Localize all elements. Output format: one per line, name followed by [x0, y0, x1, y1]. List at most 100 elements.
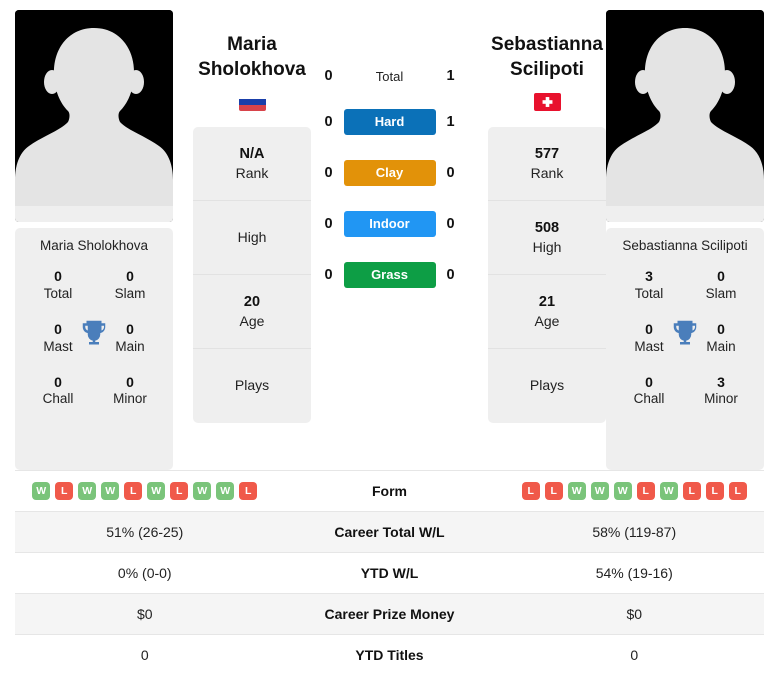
left-titles-grid: 0 Total 0 Slam 0 Mast 0 Main 0 Chall 0 M…	[21, 267, 167, 408]
left-info-plays: Plays	[234, 377, 270, 394]
right-player-column: Sebastianna Scilipoti 3 Total 0 Slam 0 M…	[606, 10, 764, 470]
stats-row-form: WLWWLWLWWL Form LLWWWLWLLL	[15, 470, 764, 511]
right-title-minor: 3 Minor	[704, 373, 738, 407]
form-badge-win: W	[613, 482, 632, 500]
surface-badge-indoor[interactable]: Indoor	[343, 211, 436, 237]
left-titles-row: 0 Total 0 Slam	[21, 267, 167, 303]
form-badge-loss: L	[705, 482, 724, 500]
left-player-column: Maria Sholokhova 0 Total 0 Slam 0 Mast 0…	[15, 10, 173, 470]
left-ytd-titles: 0	[140, 647, 149, 663]
right-info-high: 508 High	[488, 201, 606, 275]
form-badge-loss: L	[239, 482, 258, 500]
h2h-total-left-score: 0	[324, 68, 333, 84]
right-titles-grid: 3 Total 0 Slam 0 Mast 0 Main 0 Chall 3 M…	[612, 267, 758, 408]
right-info-card: 577 Rank 508 High 21 Age Plays	[488, 126, 606, 423]
h2h-hard-row: 0 Hard 1	[314, 109, 466, 135]
h2h-indoor-row: 0 Indoor 0	[314, 211, 466, 237]
left-title-slam: 0 Slam	[114, 268, 146, 301]
right-titles-row: 3 Total 0 Slam	[612, 267, 758, 303]
h2h-clay-left-score: 0	[324, 165, 333, 181]
switzerland-flag-icon	[533, 92, 561, 111]
stats-label-form: Form	[372, 483, 407, 499]
left-info-rank: N/A Rank	[193, 127, 311, 201]
stats-label-career-total-wl: Career Total W/L	[334, 524, 445, 540]
left-form-badges: WLWWLWLWWL	[15, 482, 275, 500]
h2h-grass-left-score: 0	[324, 267, 333, 283]
form-badge-loss: L	[728, 482, 747, 500]
left-title-chall: 0 Chall	[42, 373, 74, 407]
left-player-info-column: Maria Sholokhova N/A Rank High 20 Age Pl…	[193, 10, 311, 470]
trophy-icon	[670, 317, 700, 347]
h2h-total-label: Total	[375, 68, 404, 84]
form-badge-loss: L	[55, 482, 74, 500]
left-titles-row: 0 Chall 0 Minor	[21, 373, 167, 409]
left-info-card: N/A Rank High 20 Age Plays	[193, 126, 311, 423]
right-player-info-column: Sebastianna Scilipoti 577 Rank 508 High …	[488, 10, 606, 470]
left-title-mast: 0 Mast	[43, 320, 73, 354]
form-badge-win: W	[193, 482, 212, 500]
left-title-main: 0 Main	[115, 320, 145, 354]
form-badge-win: W	[567, 482, 586, 500]
h2h-total-right-score: 1	[446, 68, 455, 84]
right-title-mast: 0 Mast	[634, 320, 664, 354]
stats-label-ytd-titles: YTD Titles	[355, 647, 424, 663]
right-titles-player-name: Sebastianna Scilipoti	[622, 238, 748, 253]
right-career-prize-money: $0	[626, 606, 643, 622]
form-badge-loss: L	[170, 482, 189, 500]
form-badge-win: W	[659, 482, 678, 500]
left-career-prize-money: $0	[136, 606, 153, 622]
right-ytd-titles: 0	[630, 647, 639, 663]
right-info-plays: Plays	[529, 377, 565, 394]
stats-row-career-prize-money: $0 Career Prize Money $0	[15, 593, 764, 634]
h2h-indoor-left-score: 0	[324, 216, 333, 232]
surface-badge-grass[interactable]: Grass	[343, 262, 436, 288]
h2h-clay-row: 0 Clay 0	[314, 160, 466, 186]
right-career-total-wl: 58% (119-87)	[592, 524, 677, 540]
stats-row-career-total-wl: 51% (26-25) Career Total W/L 58% (119-87…	[15, 511, 764, 552]
h2h-total-row: 0 Total 1	[314, 68, 466, 84]
stats-comparison-table: WLWWLWLWWL Form LLWWWLWLLL 51% (26-25) C…	[0, 470, 779, 675]
left-info-high: High	[193, 201, 311, 275]
left-titles-player-name: Maria Sholokhova	[39, 238, 149, 253]
right-form-badges: LLWWWLWLLL	[505, 482, 765, 500]
surface-badge-hard[interactable]: Hard	[343, 109, 436, 135]
h2h-hard-right-score: 1	[446, 114, 455, 130]
form-badge-win: W	[216, 482, 235, 500]
h2h-hard-left-score: 0	[324, 114, 333, 130]
h2h-grass-right-score: 0	[446, 267, 455, 283]
right-player-name: Sebastianna Scilipoti	[491, 34, 603, 81]
form-badge-loss: L	[682, 482, 701, 500]
left-form-cell: WLWWLWLWWL	[15, 482, 275, 500]
right-info-age: 21 Age	[488, 275, 606, 349]
surface-badge-clay[interactable]: Clay	[343, 160, 436, 186]
comparison-header: Maria Sholokhova 0 Total 0 Slam 0 Mast 0…	[0, 0, 779, 470]
player-comparison-page: Maria Sholokhova 0 Total 0 Slam 0 Mast 0…	[0, 0, 779, 699]
right-titles-row: 0 Chall 3 Minor	[612, 373, 758, 409]
form-badge-win: W	[590, 482, 609, 500]
trophy-icon	[79, 317, 109, 347]
left-title-total: 0 Total	[43, 268, 73, 301]
left-player-name: Maria Sholokhova	[198, 34, 306, 81]
stats-row-ytd-wl: 0% (0-0) YTD W/L 54% (19-16)	[15, 552, 764, 593]
form-badge-win: W	[32, 482, 51, 500]
h2h-indoor-right-score: 0	[446, 216, 455, 232]
right-form-cell: LLWWWLWLLL	[505, 482, 765, 500]
head-to-head-column: 0 Total 1 0 Hard 1 0 Clay 0 0 Indoor 0 0…	[311, 10, 468, 470]
right-title-main: 0 Main	[706, 320, 736, 354]
stats-label-career-prize-money: Career Prize Money	[324, 606, 455, 622]
russia-flag-icon	[238, 92, 266, 111]
right-title-slam: 0 Slam	[705, 268, 737, 301]
form-badge-loss: L	[636, 482, 655, 500]
right-info-rank: 577 Rank	[488, 127, 606, 201]
right-title-chall: 0 Chall	[633, 373, 665, 407]
h2h-clay-right-score: 0	[446, 165, 455, 181]
left-info-age: 20 Age	[193, 275, 311, 349]
left-title-minor: 0 Minor	[113, 373, 147, 407]
right-flag-wrap	[488, 83, 606, 127]
stats-label-ytd-wl: YTD W/L	[360, 565, 419, 581]
form-badge-loss: L	[521, 482, 540, 500]
right-title-total: 3 Total	[634, 268, 664, 301]
right-ytd-wl: 54% (19-16)	[595, 565, 673, 581]
left-titles-card: Maria Sholokhova 0 Total 0 Slam 0 Mast 0…	[15, 228, 173, 470]
form-badge-win: W	[78, 482, 97, 500]
